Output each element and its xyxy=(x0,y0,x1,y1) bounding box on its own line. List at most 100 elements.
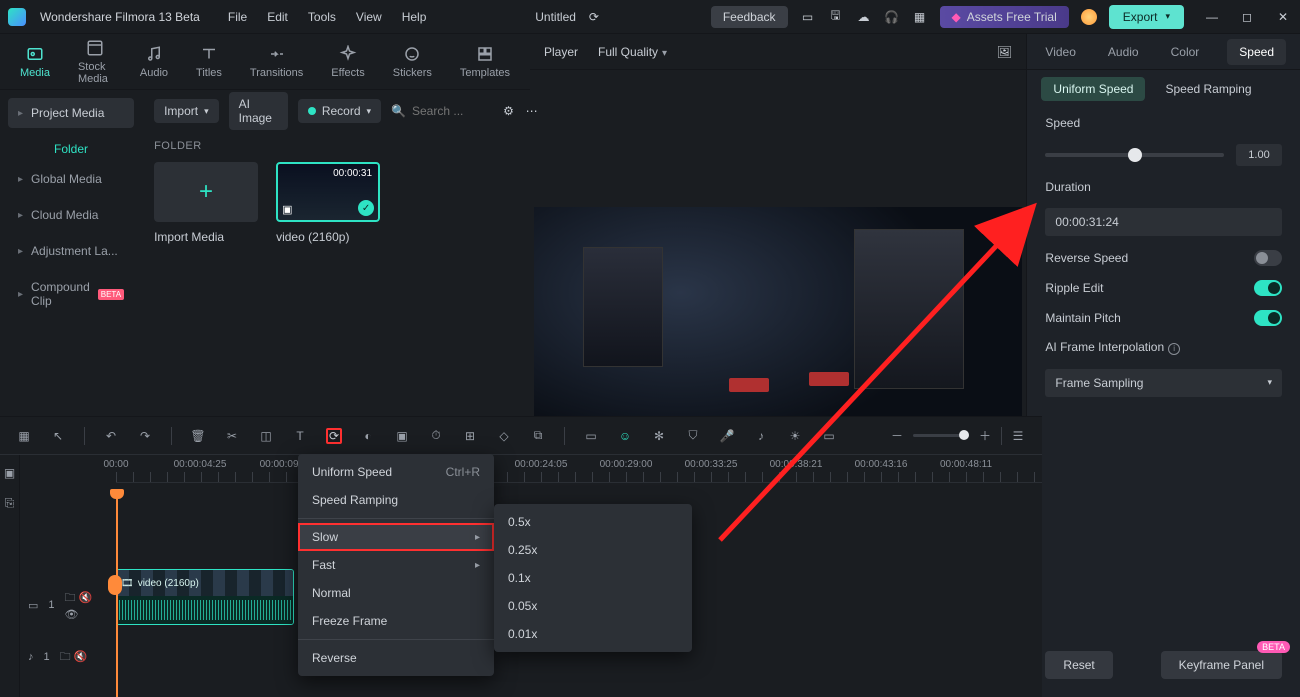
mic-icon[interactable]: 🎤 xyxy=(719,428,735,444)
tab-color[interactable]: Color xyxy=(1167,37,1204,67)
snapshot-icon[interactable]: 🖼 xyxy=(996,44,1012,60)
submenu-025x[interactable]: 0.25x xyxy=(494,536,692,564)
playhead[interactable] xyxy=(116,493,118,697)
crop2-icon[interactable]: ▣ xyxy=(394,428,410,444)
clip-start-handle[interactable] xyxy=(108,575,122,595)
zoom-slider[interactable] xyxy=(913,434,969,437)
zoom-in-icon[interactable]: ＋ xyxy=(977,428,993,444)
menu-fast[interactable]: Fast▸ xyxy=(298,551,494,579)
tab-titles[interactable]: Titles xyxy=(196,45,222,79)
reset-button[interactable]: Reset xyxy=(1045,651,1112,679)
speed-slider[interactable] xyxy=(1045,153,1224,157)
cursor-icon[interactable]: ↖ xyxy=(50,428,66,444)
frame-sampling-dropdown[interactable]: Frame Sampling▾ xyxy=(1045,369,1282,397)
fit-icon[interactable]: ⊞ xyxy=(462,428,478,444)
close-icon[interactable]: ✕ xyxy=(1278,10,1292,24)
delete-icon[interactable]: 🗑 xyxy=(190,428,206,444)
speed-value[interactable]: 1.00 xyxy=(1236,144,1282,166)
menu-help[interactable]: Help xyxy=(402,10,427,24)
filter-icon[interactable]: ⚙ xyxy=(502,103,515,119)
submenu-001x[interactable]: 0.01x xyxy=(494,620,692,648)
shield-icon[interactable]: ⛉ xyxy=(685,428,701,444)
timer-icon[interactable]: ⏱ xyxy=(428,428,444,444)
menu-edit[interactable]: Edit xyxy=(267,10,288,24)
maximize-icon[interactable]: ◻ xyxy=(1242,10,1256,24)
sidebar-item-global-media[interactable]: ▸Global Media xyxy=(8,164,134,194)
redo-icon[interactable]: ↷ xyxy=(137,428,153,444)
export-button[interactable]: Export▾ xyxy=(1109,5,1184,29)
menu-speed-ramping[interactable]: Speed Ramping xyxy=(298,486,494,514)
menu-reverse[interactable]: Reverse xyxy=(298,644,494,672)
keyframe-panel-button[interactable]: Keyframe PanelBETA xyxy=(1161,651,1282,679)
device-icon[interactable]: ▭ xyxy=(800,9,816,25)
search-input[interactable]: 🔍 xyxy=(391,104,492,118)
ai-image-button[interactable]: AI Image xyxy=(229,92,288,130)
tab-transitions[interactable]: Transitions xyxy=(250,45,303,79)
subtab-uniform-speed[interactable]: Uniform Speed xyxy=(1041,77,1145,101)
maintain-pitch-toggle[interactable] xyxy=(1254,310,1282,326)
sidebar-item-adjustment[interactable]: ▸Adjustment La... xyxy=(8,236,134,266)
menu-freeze-frame[interactable]: Freeze Frame xyxy=(298,607,494,635)
menu-slow[interactable]: Slow▸ xyxy=(298,523,494,551)
menu-normal[interactable]: Normal xyxy=(298,579,494,607)
headphones-icon[interactable]: 🎧 xyxy=(884,9,900,25)
sidebar-item-cloud-media[interactable]: ▸Cloud Media xyxy=(8,200,134,230)
import-button[interactable]: Import▾ xyxy=(154,99,219,123)
menu-file[interactable]: File xyxy=(228,10,247,24)
gear-icon[interactable]: ✻ xyxy=(651,428,667,444)
tab-stickers[interactable]: Stickers xyxy=(393,45,432,79)
audio-track-header[interactable]: ♪ 1 🗀 🔇 xyxy=(20,635,116,679)
zoom-out-icon[interactable]: － xyxy=(889,428,905,444)
media-clip-card[interactable]: 00:00:31 ▣ ✓ video (2160p) xyxy=(276,162,380,244)
link-icon[interactable]: ⎘ xyxy=(2,495,18,511)
ripple-edit-toggle[interactable] xyxy=(1254,280,1282,296)
timeline-clip[interactable]: 🎞video (2160p) xyxy=(116,569,294,625)
subtab-speed-ramping[interactable]: Speed Ramping xyxy=(1165,82,1251,96)
speed-icon[interactable]: ⟳ xyxy=(326,428,342,444)
layers-icon[interactable]: ▣ xyxy=(2,465,18,481)
duration-field[interactable]: 00:00:31:24 xyxy=(1045,208,1282,236)
keyframe-icon[interactable]: ◇ xyxy=(496,428,512,444)
sidebar-subitem-folder[interactable]: Folder xyxy=(8,134,134,158)
assets-trial-button[interactable]: ◆Assets Free Trial xyxy=(940,6,1069,28)
minimize-icon[interactable]: — xyxy=(1206,10,1220,24)
tab-audio[interactable]: Audio xyxy=(1104,37,1143,67)
list-icon[interactable]: ☰ xyxy=(1010,428,1026,444)
menu-view[interactable]: View xyxy=(356,10,382,24)
menu-uniform-speed[interactable]: Uniform SpeedCtrl+R xyxy=(298,458,494,486)
cloud-sync-icon[interactable]: ⟳ xyxy=(586,9,602,25)
tab-speed[interactable]: Speed xyxy=(1227,39,1286,65)
apps-icon[interactable]: ▦ xyxy=(912,9,928,25)
tab-effects[interactable]: Effects xyxy=(331,45,364,79)
tab-templates[interactable]: Templates xyxy=(460,45,510,79)
cloud-icon[interactable]: ☁ xyxy=(856,9,872,25)
save-icon[interactable]: 🖫 xyxy=(828,9,844,25)
timeline-ruler[interactable]: 00:00 00:00:04:25 00:00:09:20 00:00:24:0… xyxy=(116,455,1042,483)
reverse-speed-toggle[interactable] xyxy=(1254,250,1282,266)
submenu-01x[interactable]: 0.1x xyxy=(494,564,692,592)
video-track-header[interactable]: ▭ 1 🗀 🔇 👁 xyxy=(20,583,116,627)
grid-icon[interactable]: ▦ xyxy=(16,428,32,444)
info-icon[interactable]: i xyxy=(1168,343,1180,355)
mixer-icon[interactable]: ☀ xyxy=(787,428,803,444)
frame-icon[interactable]: ▭ xyxy=(821,428,837,444)
text-icon[interactable]: T xyxy=(292,428,308,444)
music-icon[interactable]: ♪ xyxy=(753,428,769,444)
sidebar-item-compound[interactable]: ▸Compound ClipBETA xyxy=(8,272,134,316)
import-media-card[interactable]: + Import Media xyxy=(154,162,258,244)
group-icon[interactable]: ⧉ xyxy=(530,428,546,444)
color-icon[interactable]: ◐ xyxy=(360,428,376,444)
smiley-icon[interactable]: ☺ xyxy=(617,428,633,444)
tab-audio[interactable]: Audio xyxy=(140,45,168,79)
tab-stock-media[interactable]: Stock Media xyxy=(78,39,112,85)
crop-icon[interactable]: ◫ xyxy=(258,428,274,444)
submenu-05x[interactable]: 0.5x xyxy=(494,508,692,536)
tab-media[interactable]: Media xyxy=(20,45,50,79)
avatar-icon[interactable] xyxy=(1081,9,1097,25)
quality-dropdown[interactable]: Full Quality xyxy=(598,45,667,59)
undo-icon[interactable]: ↶ xyxy=(103,428,119,444)
submenu-005x[interactable]: 0.05x xyxy=(494,592,692,620)
cut-icon[interactable]: ✂ xyxy=(224,428,240,444)
feedback-button[interactable]: Feedback xyxy=(711,6,788,28)
subtitle-icon[interactable]: ▭ xyxy=(583,428,599,444)
